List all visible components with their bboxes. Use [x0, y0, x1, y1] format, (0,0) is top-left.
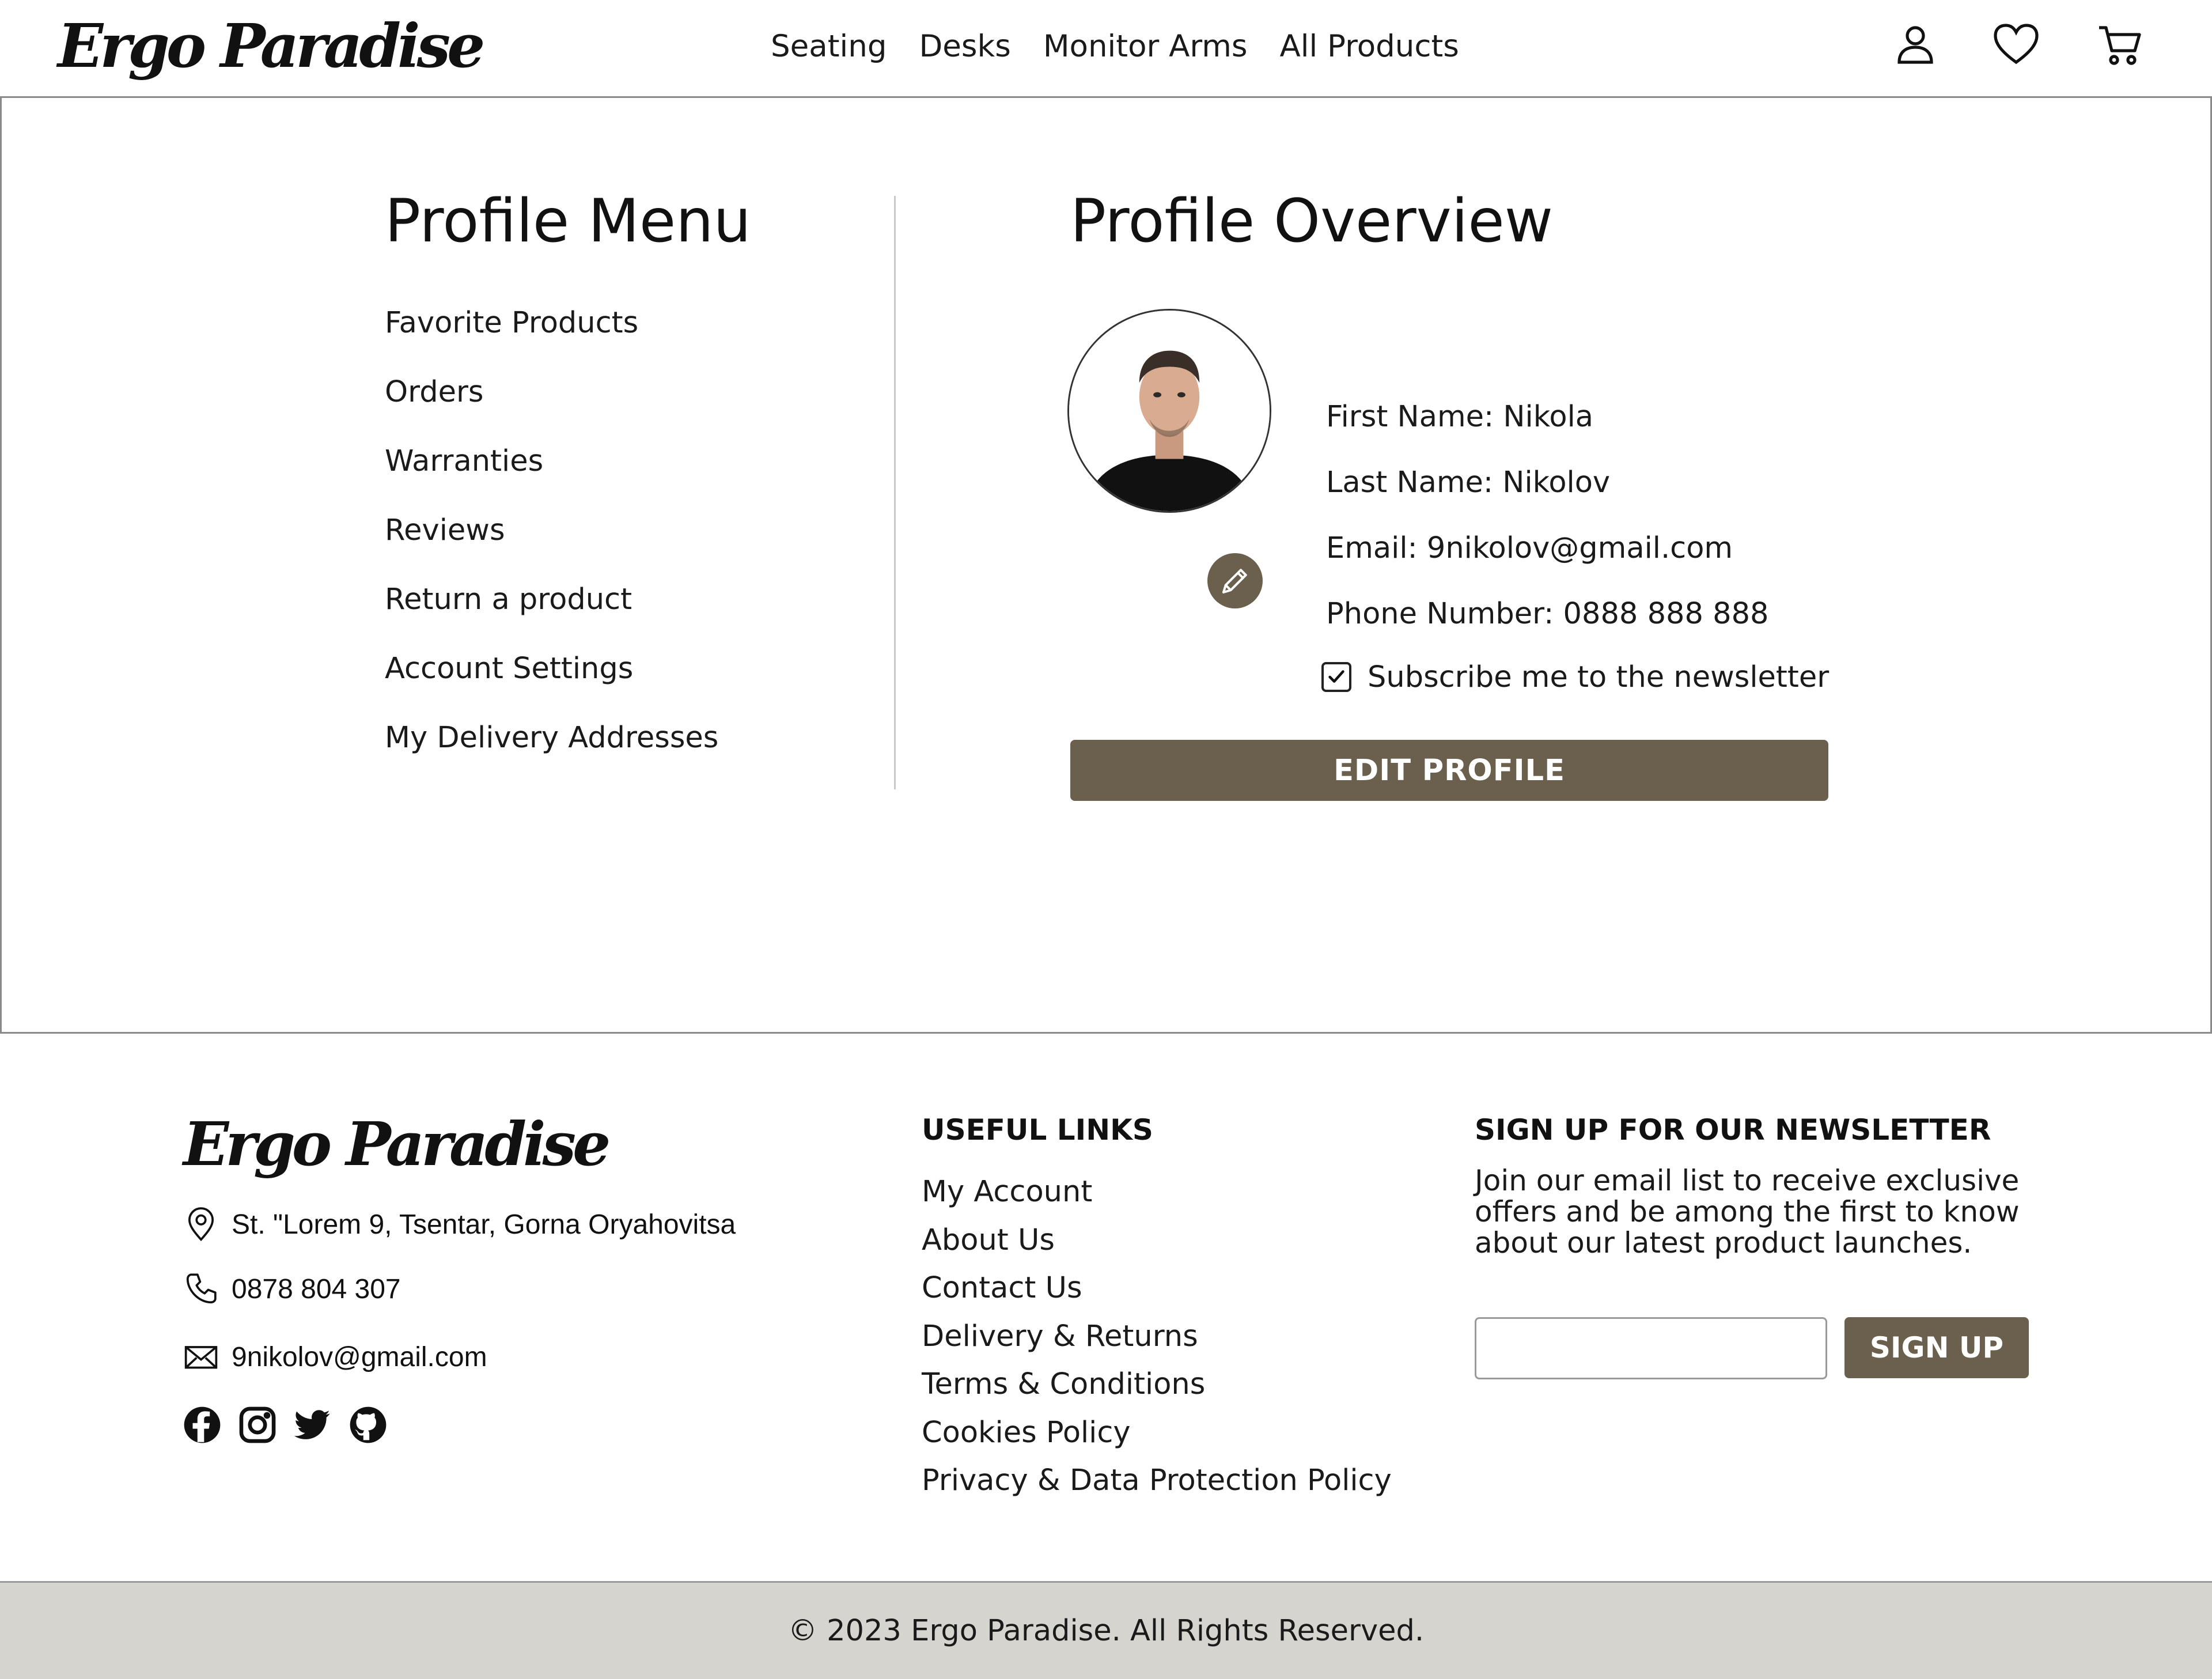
footer-link-terms-conditions[interactable]: Terms & Conditions — [922, 1364, 1392, 1413]
footer-link-privacy-policy[interactable]: Privacy & Data Protection Policy — [922, 1461, 1392, 1509]
profile-overview-title: Profile Overview — [1070, 187, 1553, 256]
edit-profile-button[interactable]: EDIT PROFILE — [1070, 740, 1828, 801]
menu-item-account-settings[interactable]: Account Settings — [385, 649, 718, 718]
profile-menu-title: Profile Menu — [385, 187, 751, 256]
newsletter-email-input[interactable] — [1475, 1317, 1827, 1379]
newsletter-description: Join our email list to receive exclusive… — [1475, 1164, 2020, 1260]
profile-menu-list: Favorite Products Orders Warranties Revi… — [385, 303, 718, 787]
menu-item-reviews[interactable]: Reviews — [385, 510, 718, 580]
instagram-icon[interactable] — [238, 1406, 276, 1444]
footer-phone: 0878 804 307 — [183, 1271, 401, 1307]
last-name-text: Last Name: Nikolov — [1326, 466, 1611, 500]
footer-link-delivery-returns[interactable]: Delivery & Returns — [922, 1317, 1392, 1365]
avatar — [1067, 309, 1271, 513]
edit-avatar-pencil-icon[interactable] — [1207, 553, 1263, 608]
facebook-icon[interactable] — [183, 1406, 221, 1444]
header-logo[interactable]: Ergo Paradise — [58, 10, 485, 81]
footer-email: 9nikolov@gmail.com — [183, 1339, 487, 1375]
menu-item-return-product[interactable]: Return a product — [385, 580, 718, 649]
nav-all-products[interactable]: All Products — [1279, 29, 1459, 64]
envelope-icon — [183, 1339, 219, 1375]
site-footer: Ergo Paradise St. "Lorem 9, Tsentar, Gor… — [0, 1034, 2212, 1581]
phone-text: Phone Number: 0888 888 888 — [1326, 597, 1769, 631]
newsletter-checkbox[interactable] — [1321, 662, 1351, 692]
newsletter-heading: SIGN UP FOR OUR NEWSLETTER — [1475, 1113, 1991, 1147]
email-text: Email: 9nikolov@gmail.com — [1326, 531, 1733, 565]
footer-link-my-account[interactable]: My Account — [922, 1172, 1392, 1220]
footer-address: St. "Lorem 9, Tsentar, Gorna Oryahovitsa — [183, 1207, 736, 1242]
footer-link-contact-us[interactable]: Contact Us — [922, 1268, 1392, 1317]
newsletter-checkbox-label: Subscribe me to the newsletter — [1368, 660, 1830, 694]
heart-icon[interactable] — [1993, 22, 2039, 68]
footer-address-text: St. "Lorem 9, Tsentar, Gorna Oryahovitsa — [232, 1209, 736, 1240]
social-links — [183, 1406, 387, 1444]
nav-seating[interactable]: Seating — [771, 29, 887, 64]
sign-up-button[interactable]: SIGN UP — [1844, 1317, 2029, 1378]
section-divider — [894, 196, 896, 789]
copyright-bar: © 2023 Ergo Paradise. All Rights Reserve… — [0, 1581, 2212, 1679]
menu-item-favorite-products[interactable]: Favorite Products — [385, 303, 718, 372]
newsletter-subscription: Subscribe me to the newsletter — [1321, 657, 1829, 697]
copyright-text: © 2023 Ergo Paradise. All Rights Reserve… — [787, 1614, 1425, 1648]
main-nav: Seating Desks Monitor Arms All Products — [771, 29, 1459, 64]
useful-links-heading: USEFUL LINKS — [922, 1113, 1153, 1147]
twitter-icon[interactable] — [294, 1406, 332, 1444]
footer-link-cookies-policy[interactable]: Cookies Policy — [922, 1413, 1392, 1461]
github-icon[interactable] — [349, 1406, 387, 1444]
menu-item-orders[interactable]: Orders — [385, 372, 718, 441]
menu-item-warranties[interactable]: Warranties — [385, 441, 718, 510]
footer-email-text[interactable]: 9nikolov@gmail.com — [232, 1341, 487, 1373]
phone-icon — [183, 1271, 219, 1307]
footer-phone-text: 0878 804 307 — [232, 1273, 401, 1304]
footer-link-about-us[interactable]: About Us — [922, 1220, 1392, 1269]
cart-icon[interactable] — [2097, 22, 2143, 68]
footer-logo[interactable]: Ergo Paradise — [183, 1109, 611, 1179]
location-pin-icon — [183, 1207, 219, 1242]
nav-monitor-arms[interactable]: Monitor Arms — [1043, 29, 1248, 64]
user-icon[interactable] — [1892, 22, 1938, 68]
first-name-text: First Name: Nikola — [1326, 400, 1594, 434]
useful-links-list: My Account About Us Contact Us Delivery … — [922, 1172, 1392, 1509]
nav-desks[interactable]: Desks — [919, 29, 1010, 64]
site-header: Ergo Paradise Seating Desks Monitor Arms… — [0, 0, 2212, 98]
menu-item-delivery-addresses[interactable]: My Delivery Addresses — [385, 718, 718, 787]
